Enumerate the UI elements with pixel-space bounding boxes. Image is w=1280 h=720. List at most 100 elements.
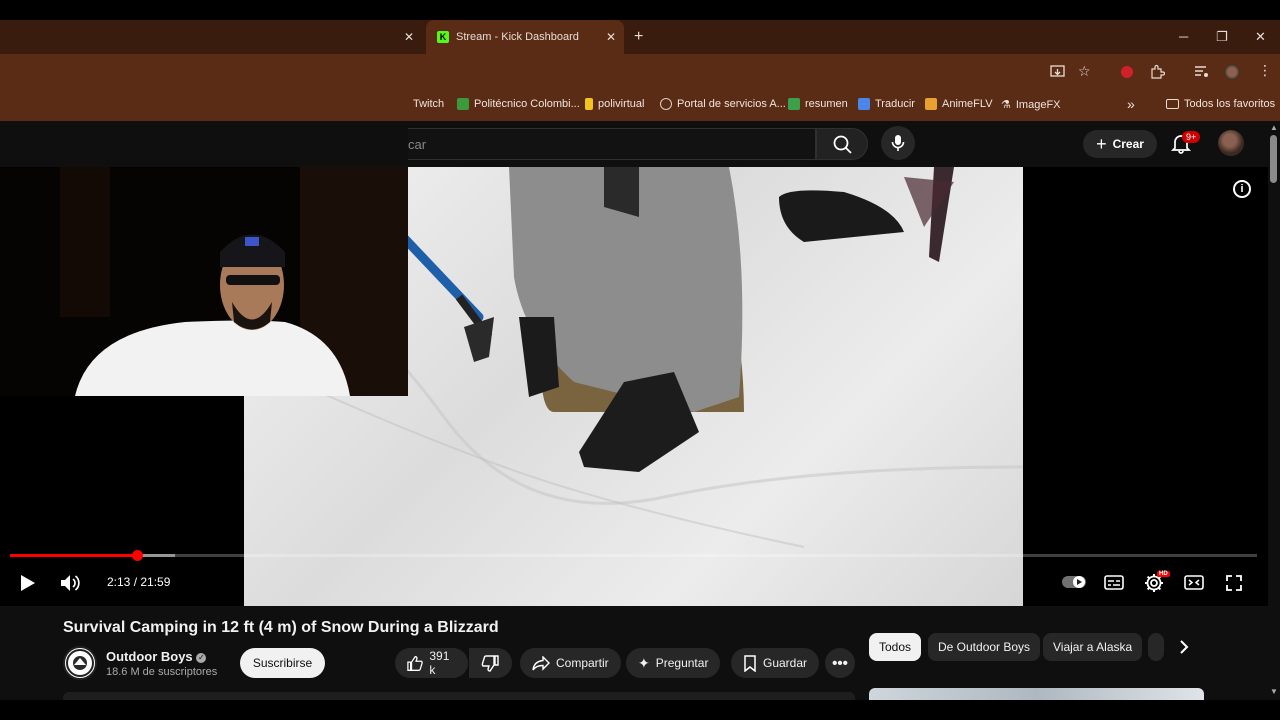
dislike-button[interactable] bbox=[468, 648, 512, 678]
tab-kick-dashboard[interactable]: K Stream - Kick Dashboard ✕ bbox=[426, 20, 624, 54]
hd-badge: HD bbox=[1157, 571, 1170, 577]
subtitles-icon[interactable] bbox=[1104, 575, 1124, 590]
progress-played bbox=[10, 554, 138, 557]
channel-subscribers: 18.6 M de suscriptores bbox=[106, 666, 218, 678]
save-label: Guardar bbox=[763, 656, 808, 670]
translate-icon bbox=[858, 98, 870, 110]
ask-button[interactable]: ✦ Preguntar bbox=[626, 648, 721, 678]
search-icon bbox=[833, 135, 852, 154]
sparkle-icon: ✦ bbox=[638, 654, 650, 671]
youtube-masthead: car + Crear 9+ bbox=[0, 121, 1280, 167]
profile-avatar[interactable] bbox=[1224, 64, 1240, 80]
scroll-up-arrow-icon[interactable]: ▲ bbox=[1270, 123, 1278, 132]
subscribe-button[interactable]: Suscribirse bbox=[240, 648, 325, 678]
bookmark-label: resumen bbox=[805, 98, 848, 110]
minimize-icon[interactable]: ─ bbox=[1179, 29, 1188, 44]
theater-mode-icon[interactable] bbox=[1184, 575, 1204, 590]
account-avatar[interactable] bbox=[1218, 130, 1244, 156]
voice-search-button[interactable] bbox=[881, 126, 915, 160]
bookmark-resumen[interactable]: resumen bbox=[788, 98, 848, 110]
bookmarks-bar: Twitch Politécnico Colombi... polivirtua… bbox=[0, 90, 1280, 121]
new-tab-button[interactable]: + bbox=[634, 20, 648, 54]
extensions-puzzle-icon[interactable] bbox=[1150, 64, 1165, 79]
chip-de-outdoor-boys[interactable]: De Outdoor Boys bbox=[928, 633, 1041, 661]
polivirtual-favicon-icon bbox=[585, 98, 593, 110]
plus-icon: + bbox=[1096, 133, 1107, 154]
bookmarks-overflow-button[interactable]: » bbox=[1127, 96, 1135, 112]
more-actions-button[interactable]: ••• bbox=[825, 648, 855, 678]
autoplay-toggle-icon[interactable] bbox=[1061, 574, 1087, 590]
thumbs-up-icon bbox=[407, 655, 423, 671]
screen-top-strip bbox=[0, 0, 1280, 20]
globe-icon bbox=[660, 98, 672, 110]
video-title: Survival Camping in 12 ft (4 m) of Snow … bbox=[63, 619, 499, 636]
notifications-badge: 9+ bbox=[1182, 131, 1201, 143]
video-info-icon[interactable]: i bbox=[1233, 180, 1251, 198]
recommended-video-thumbnail[interactable] bbox=[869, 688, 1204, 700]
browser-chrome: ✕ K Stream - Kick Dashboard ✕ + ─ ❐ ✕ ☆ … bbox=[0, 20, 1280, 121]
bookmark-label: Twitch bbox=[413, 98, 445, 110]
like-button[interactable]: 391 k bbox=[395, 648, 468, 678]
play-icon[interactable] bbox=[19, 574, 36, 592]
search-placeholder: car bbox=[408, 137, 427, 152]
video-player[interactable]: i bbox=[0, 167, 1280, 606]
tab-close-icon[interactable]: ✕ bbox=[606, 30, 616, 44]
create-label: Crear bbox=[1112, 137, 1144, 151]
microphone-icon bbox=[891, 135, 905, 151]
create-button[interactable]: + Crear bbox=[1083, 130, 1157, 158]
bookmark-polivirtual[interactable]: polivirtual bbox=[585, 98, 644, 110]
chip-todos[interactable]: Todos bbox=[869, 633, 922, 661]
progress-bar[interactable] bbox=[10, 550, 1257, 561]
media-controls-icon[interactable] bbox=[1194, 65, 1209, 78]
chip-partial[interactable] bbox=[1148, 633, 1164, 661]
verified-check-icon: ✓ bbox=[196, 653, 207, 663]
scroll-down-arrow-icon[interactable]: ▼ bbox=[1270, 687, 1278, 696]
settings-button[interactable]: HD bbox=[1143, 571, 1170, 594]
page-scrollbar[interactable]: ▲ ▼ bbox=[1268, 121, 1280, 700]
install-app-icon[interactable] bbox=[1050, 65, 1065, 79]
bookmark-label: Portal de servicios A... bbox=[677, 98, 786, 110]
bookmark-imagefx[interactable]: ⚗ ImageFX bbox=[1001, 98, 1061, 112]
flask-icon: ⚗ bbox=[1001, 99, 1011, 111]
bookmark-star-icon[interactable]: ☆ bbox=[1078, 63, 1091, 80]
folder-icon bbox=[1166, 99, 1179, 109]
chevron-right-icon[interactable] bbox=[1177, 639, 1191, 655]
previous-tab-close-icon[interactable]: ✕ bbox=[404, 20, 418, 54]
time-display: 2:13 / 21:59 bbox=[107, 575, 171, 589]
bookmark-twitch[interactable]: Twitch bbox=[413, 98, 444, 110]
save-button[interactable]: Guardar bbox=[731, 648, 820, 678]
browser-menu-icon[interactable]: ⋮ bbox=[1258, 62, 1272, 79]
share-button[interactable]: Compartir bbox=[520, 648, 621, 678]
streamer-webcam-overlay bbox=[0, 167, 408, 396]
search-button[interactable] bbox=[816, 128, 868, 160]
bookmark-label: Politécnico Colombi... bbox=[474, 98, 580, 110]
bookmark-traducir[interactable]: Traducir bbox=[858, 98, 915, 110]
chip-viajar-a-alaska[interactable]: Viajar a Alaska bbox=[1043, 633, 1143, 661]
channel-name[interactable]: Outdoor Boys ✓ bbox=[106, 649, 207, 664]
webcam-scene bbox=[0, 167, 408, 396]
bookmark-label: polivirtual bbox=[598, 98, 645, 110]
fullscreen-icon[interactable] bbox=[1226, 575, 1242, 591]
search-input[interactable]: car bbox=[408, 128, 816, 160]
description-box-top[interactable] bbox=[63, 692, 855, 700]
tab-label: Stream - Kick Dashboard bbox=[456, 31, 579, 43]
resumen-favicon-icon bbox=[788, 98, 800, 110]
bookmark-portal-servicios[interactable]: Portal de servicios A... bbox=[660, 98, 786, 110]
share-label: Compartir bbox=[556, 656, 609, 670]
bookmark-politecnico[interactable]: Politécnico Colombi... bbox=[457, 98, 580, 110]
thumbs-down-icon bbox=[481, 654, 499, 672]
more-horizontal-icon: ••• bbox=[832, 654, 848, 672]
extension-red-icon[interactable] bbox=[1121, 66, 1133, 78]
scrollbar-thumb[interactable] bbox=[1270, 135, 1277, 183]
close-window-icon[interactable]: ✕ bbox=[1255, 29, 1266, 45]
channel-name-text: Outdoor Boys bbox=[106, 649, 193, 664]
animeflv-favicon-icon bbox=[925, 98, 937, 110]
ask-label: Preguntar bbox=[655, 656, 709, 670]
outdoor-boys-logo-icon bbox=[66, 649, 94, 677]
bookmark-animeflv[interactable]: AnimeFLV bbox=[925, 98, 993, 110]
channel-avatar[interactable] bbox=[63, 646, 97, 680]
volume-icon[interactable] bbox=[60, 574, 82, 592]
restore-icon[interactable]: ❐ bbox=[1216, 29, 1228, 45]
tab-bar: ✕ K Stream - Kick Dashboard ✕ + ─ ❐ ✕ bbox=[0, 20, 1280, 54]
all-bookmarks-folder[interactable]: Todos los favoritos bbox=[1166, 98, 1275, 110]
